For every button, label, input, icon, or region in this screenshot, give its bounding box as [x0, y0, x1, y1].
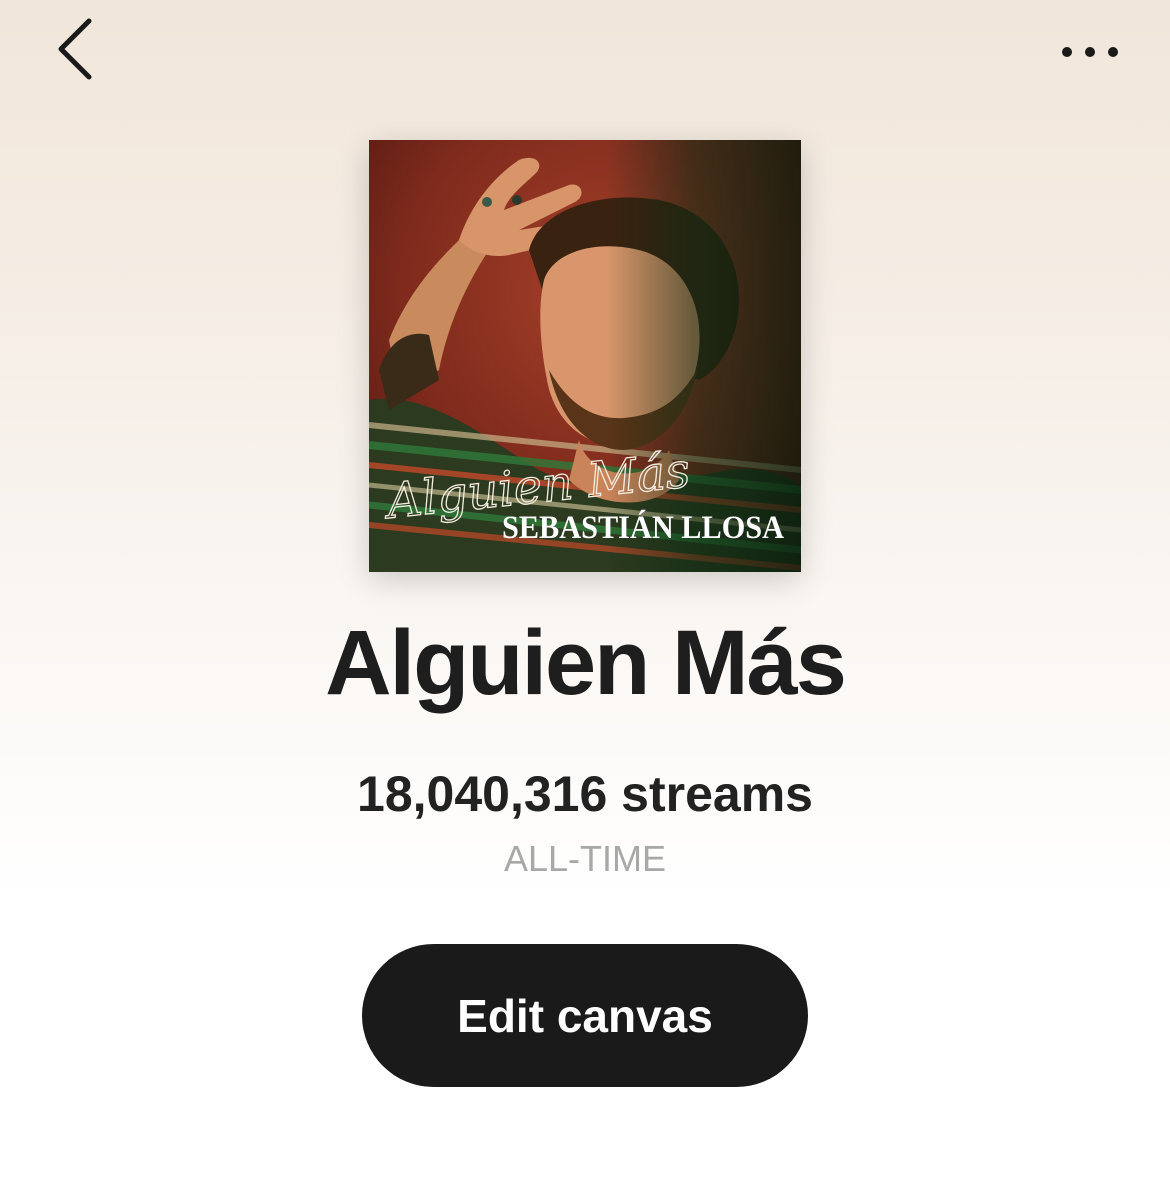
period-label: ALL-TIME	[503, 838, 667, 879]
artwork-artist-name: SEBASTIÁN LLOSA	[502, 509, 784, 546]
back-button[interactable]	[40, 14, 110, 84]
album-artwork: Alguien Más SEBASTIÁN LLOSA	[369, 140, 801, 572]
track-title: Alguien Más	[325, 612, 847, 714]
chevron-left-icon	[58, 18, 92, 80]
more-horizontal-icon	[1062, 47, 1118, 57]
streams-count: 18,040,316 streams	[357, 766, 813, 822]
more-options-button[interactable]	[1050, 22, 1130, 82]
edit-canvas-button[interactable]: Edit canvas	[362, 944, 808, 1087]
